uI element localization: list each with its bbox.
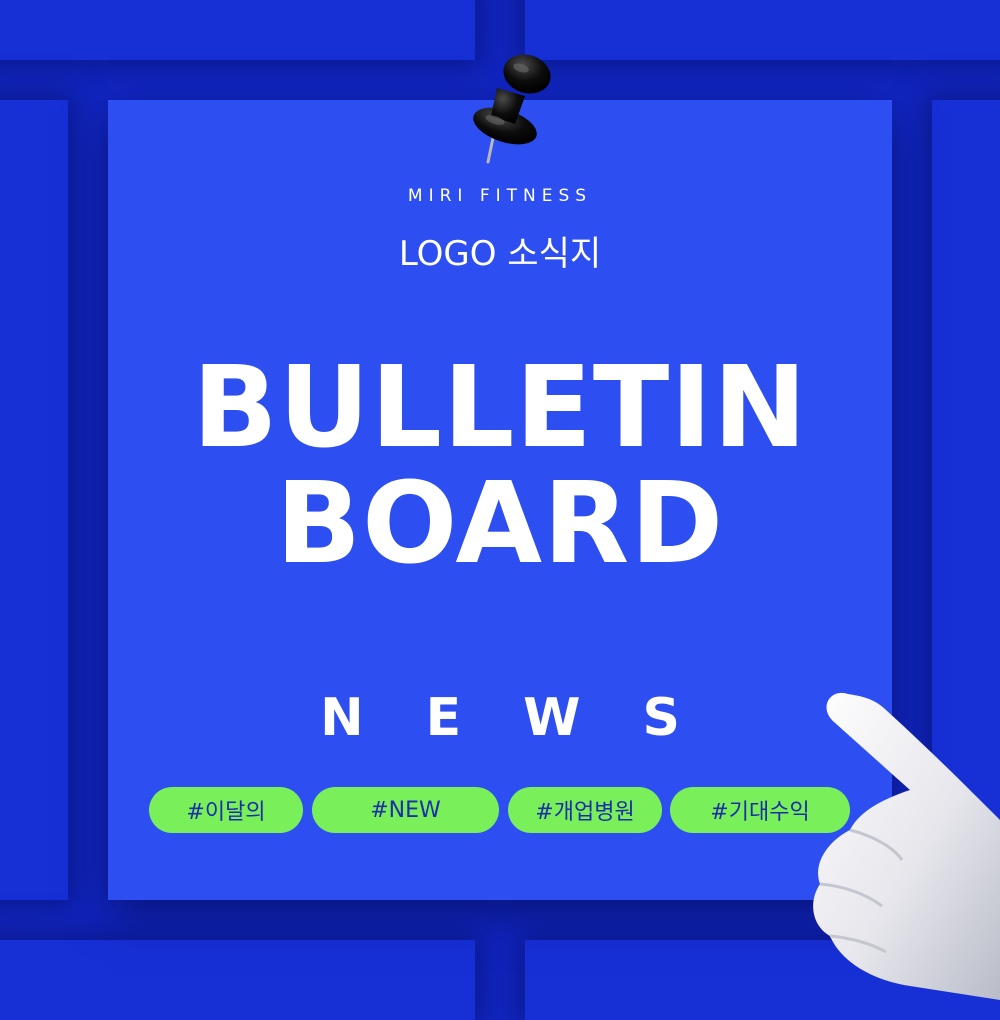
brand-name: MIRI FITNESS: [407, 186, 593, 206]
background-tile-top-left: [0, 0, 475, 60]
pointing-hand-icon: [813, 692, 1000, 1000]
background-tile-bottom-left: [0, 940, 475, 1020]
hashtag-pill-new[interactable]: #NEW: [312, 787, 499, 833]
section-label-news: NEWS: [320, 688, 742, 748]
newsletter-subtitle: LOGO 소식지: [398, 234, 602, 274]
push-pin-icon: [473, 54, 551, 164]
headline-line-1: BULLETIN: [192, 343, 808, 473]
hashtag-pill-this-month[interactable]: #이달의: [149, 787, 303, 833]
headline-line-2: BOARD: [275, 459, 725, 589]
hashtag-pill-new-clinic[interactable]: #개업병원: [508, 787, 662, 833]
background-tile-left: [0, 100, 68, 900]
background-tile-top-right: [525, 0, 1000, 60]
